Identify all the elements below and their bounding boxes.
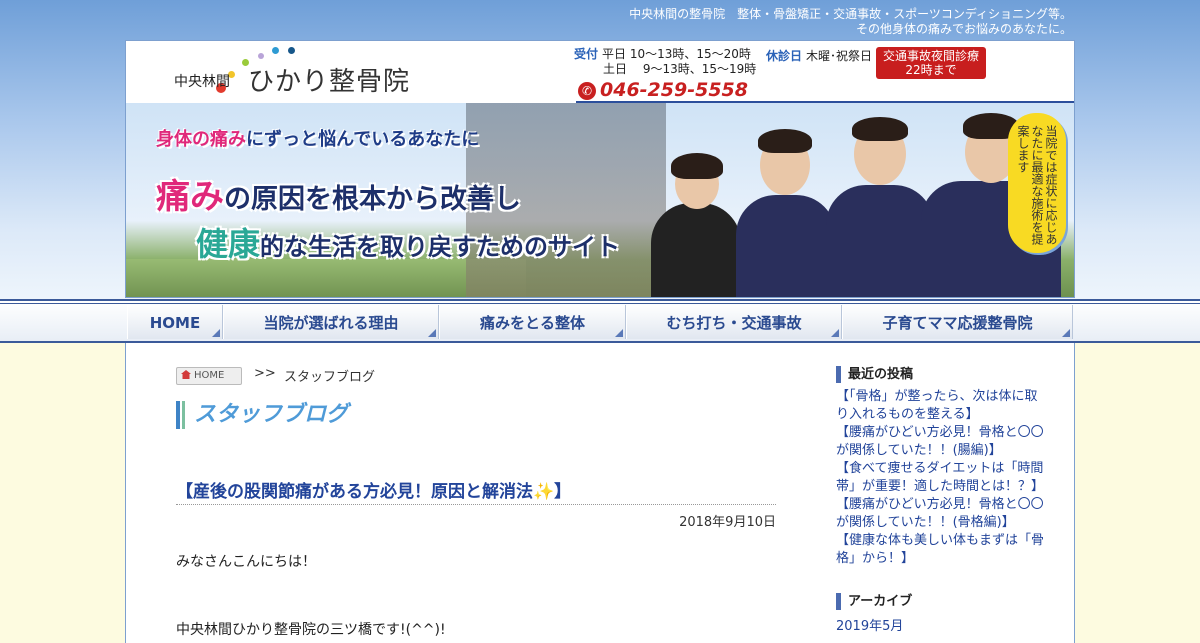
sidebar-archive-heading: アーカイブ: [836, 593, 912, 610]
tagline-line-2: その他身体の痛みでお悩みのあなたに。: [855, 22, 1072, 36]
nav-corner-icon: [212, 329, 220, 337]
staff-photo-2: [736, 129, 836, 297]
hero-headline-1: 身体の痛みにずっと悩んでいるあなたに: [156, 129, 480, 150]
recent-post-link[interactable]: 【腰痛がひどい方必見！骨格と〇〇が関係していた！！(腸編)】: [836, 424, 1046, 460]
nav-mama-support[interactable]: 子育てママ応援整骨院: [842, 305, 1073, 339]
home-icon: [181, 370, 191, 379]
nav-traffic-accident[interactable]: むち打ち・交通事故: [626, 305, 842, 339]
phone-number-text: 046-259-5558: [600, 79, 748, 101]
phone-icon: ✆: [578, 81, 596, 100]
speech-bubble: 当院では症状に応じあなたに最適な施術を提案します: [1008, 113, 1066, 253]
nav-corner-icon: [1062, 329, 1070, 337]
night-badge-line-1: 交通事故夜間診療: [882, 49, 979, 63]
header: 中央林間 ひかり整骨院 受付 平日 10～13時、15～20時 土日 9～13時、…: [125, 40, 1075, 298]
business-hours: 受付 平日 10～13時、15～20時 土日 9～13時、15～19時: [574, 47, 756, 77]
hero-headline-2: 痛みの原因を根本から改善し: [156, 177, 521, 217]
phone-number[interactable]: ✆ 046-259-5558: [578, 79, 748, 101]
hero-banner: 身体の痛みにずっと悩んでいるあなたに 痛みの原因を根本から改善し 健康的な生活を…: [126, 103, 1074, 297]
nav-corner-icon: [831, 329, 839, 337]
hours-weekday: 平日 10～13時、15～20時: [602, 47, 751, 61]
recent-post-link[interactable]: 【腰痛がひどい方必見！骨格と〇〇が関係していた！！(骨格編)】: [836, 496, 1046, 532]
archive-link[interactable]: 2019年5月: [836, 615, 903, 634]
post-title[interactable]: 【産後の股関節痛がある方必見！原因と解消法✨】: [176, 477, 776, 505]
night-badge-line-2: 22時まで: [905, 63, 957, 77]
site-logo[interactable]: 中央林間 ひかり整骨院: [166, 47, 466, 107]
nav-corner-icon: [428, 329, 436, 337]
closed-label: 休診日: [766, 49, 803, 63]
breadcrumb-separator: >>: [254, 366, 276, 381]
sidebar-recent-heading: 最近の投稿: [836, 366, 913, 383]
staff-photo-1: [651, 153, 741, 297]
closed-days: 休診日 木曜･祝祭日: [766, 47, 872, 64]
staff-photo-3: [826, 117, 934, 297]
nav-home[interactable]: HOME: [127, 305, 223, 339]
logo-subtitle: 中央林間: [174, 74, 230, 90]
post-body-greeting: みなさんこんにちは！: [176, 554, 316, 570]
nav-reasons[interactable]: 当院が選ばれる理由: [223, 305, 439, 339]
tagline-line-1: 中央林間の整骨院 整体・骨盤矯正・交通事故・スポーツコンディショニング等。: [629, 7, 1072, 21]
night-clinic-badge: 交通事故夜間診療 22時まで: [876, 47, 986, 79]
hours-label: 受付: [574, 47, 599, 61]
recent-post-link[interactable]: 【食べて痩せるダイエットは「時間帯」が重要！適した時間とは！？】: [836, 460, 1046, 496]
breadcrumb-current: スタッフブログ: [284, 370, 376, 385]
post-date: 2018年9月10日: [679, 515, 776, 530]
closed-value: 木曜･祝祭日: [806, 49, 873, 63]
hero-headline-3: 健康的な生活を取り戻すためのサイト: [196, 225, 621, 263]
logo-title: ひかり整骨院: [248, 67, 411, 97]
recent-posts-list: 【「骨格」が整ったら、次は体に取り入れるものを整える】 【腰痛がひどい方必見！骨…: [836, 388, 1046, 568]
nav-corner-icon: [615, 329, 623, 337]
recent-post-link[interactable]: 【「骨格」が整ったら、次は体に取り入れるものを整える】: [836, 388, 1046, 424]
page-title: スタッフブログ: [176, 401, 348, 429]
main-content: HOME >> スタッフブログ スタッフブログ 【産後の股関節痛がある方必見！原…: [125, 343, 1075, 643]
recent-post-link[interactable]: 【健康な体も美しい体もまずは「骨格」から！】: [836, 532, 1046, 568]
global-nav: HOME 当院が選ばれる理由 痛みをとる整体 むち打ち・交通事故 子育てママ応援…: [0, 299, 1200, 343]
nav-seitai[interactable]: 痛みをとる整体: [439, 305, 626, 339]
header-tagline: 中央林間の整骨院 整体・骨盤矯正・交通事故・スポーツコンディショニング等。 その…: [629, 7, 1072, 37]
post-body-intro: 中央林間ひかり整骨院の三ツ橋です!(^^)!: [176, 622, 446, 638]
speech-bubble-text: 当院では症状に応じあなたに最適な施術を提案します: [1016, 125, 1058, 245]
hours-weekend: 土日 9～13時、15～19時: [603, 62, 757, 76]
breadcrumb-home[interactable]: HOME: [176, 367, 242, 385]
